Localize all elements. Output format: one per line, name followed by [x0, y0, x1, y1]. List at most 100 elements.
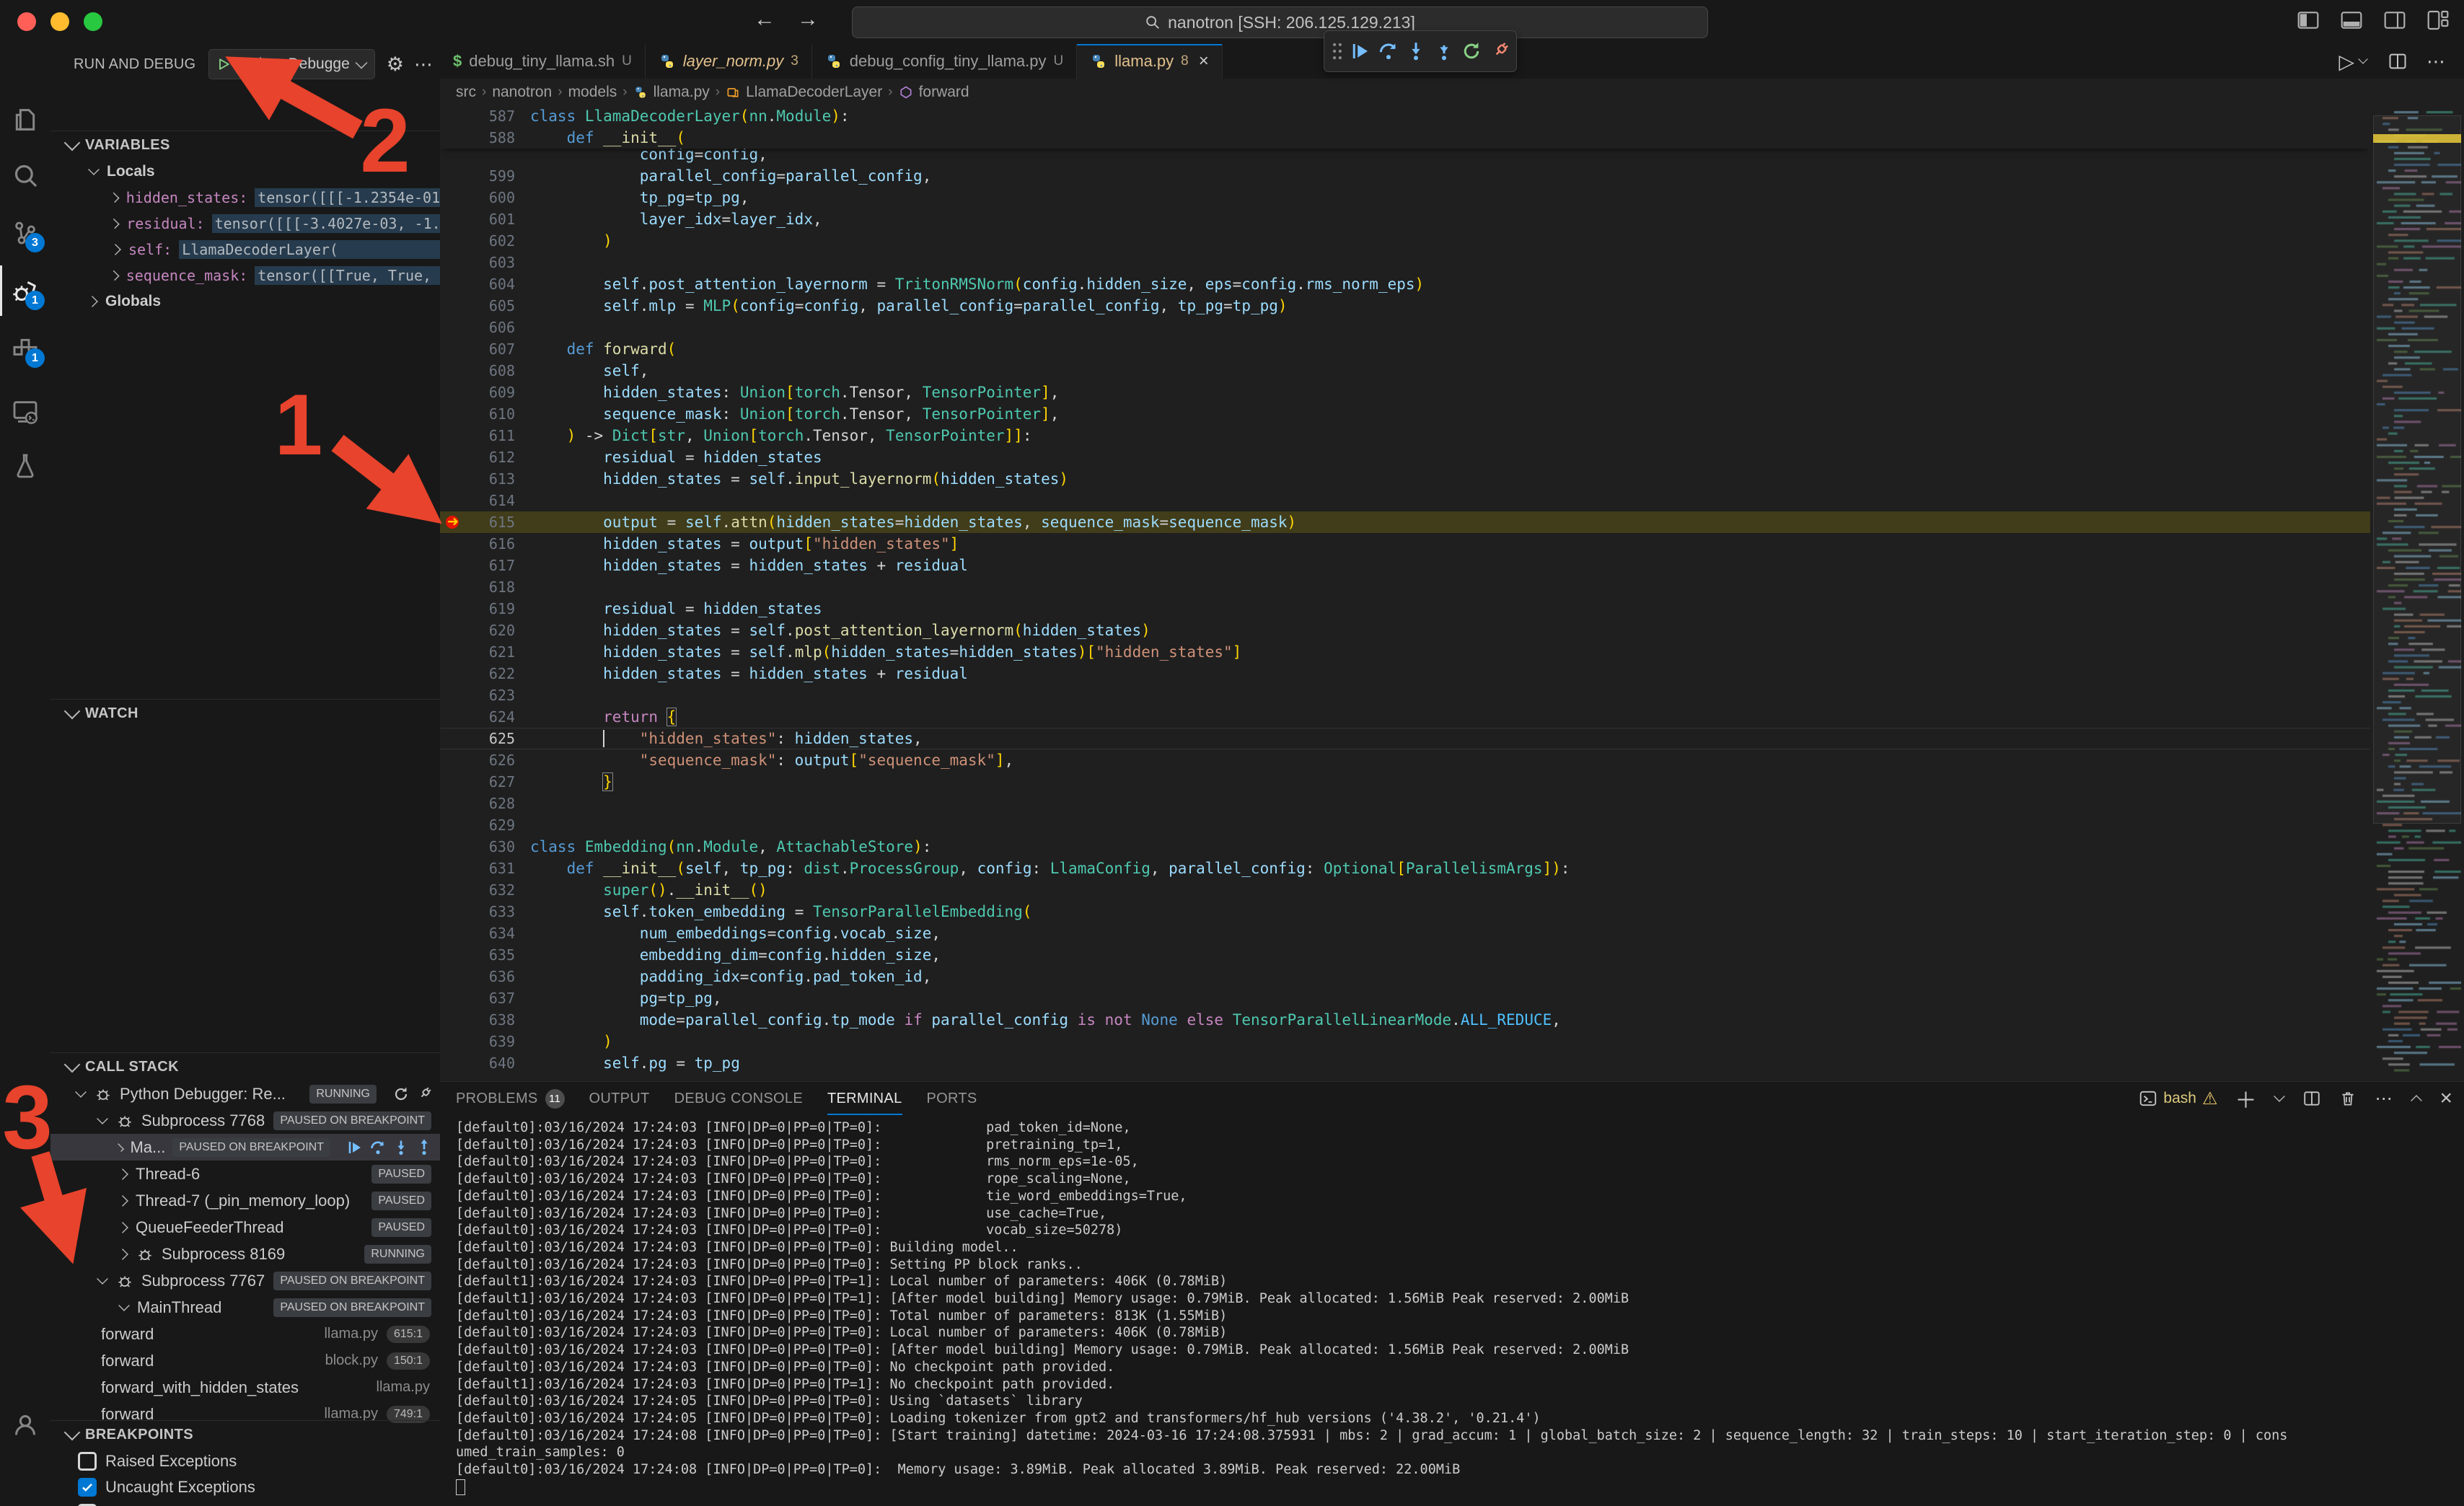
breakpoint-row-raised-exceptions[interactable]: Raised Exceptions — [50, 1448, 440, 1474]
panel-tab-ports[interactable]: PORTS — [927, 1082, 977, 1115]
code-line-618[interactable]: 618 — [440, 576, 2370, 598]
code-line-602[interactable]: 602 ) — [440, 230, 2370, 252]
breakpoint-margin[interactable] — [440, 944, 473, 966]
line-number[interactable]: 638 — [473, 1009, 530, 1031]
breakpoint-margin[interactable] — [440, 273, 473, 295]
line-number[interactable]: 623 — [473, 684, 530, 706]
call-stack-row-python-debugger-re-[interactable]: Python Debugger: Re...RUNNING — [50, 1080, 440, 1107]
zoom-window-icon[interactable] — [84, 12, 102, 31]
code-editor[interactable]: 599 parallel_config=parallel_config,600 … — [440, 105, 2464, 1081]
breakpoint-margin[interactable] — [440, 684, 473, 706]
line-number[interactable]: 613 — [473, 468, 530, 490]
line-number[interactable]: 639 — [473, 1031, 530, 1052]
line-number[interactable]: 621 — [473, 641, 530, 663]
code-line-629[interactable]: 629 — [440, 814, 2370, 836]
disconnect-button[interactable] — [415, 1086, 433, 1103]
restart-button[interactable] — [392, 1086, 410, 1103]
breakpoint-margin[interactable] — [440, 149, 473, 165]
step-out-button[interactable] — [415, 1139, 433, 1156]
line-number[interactable]: 624 — [473, 706, 530, 728]
line-number[interactable]: 628 — [473, 793, 530, 814]
breakpoint-margin[interactable] — [440, 858, 473, 879]
activity-item-testing[interactable] — [0, 441, 50, 491]
line-number[interactable]: 608 — [473, 360, 530, 382]
code-line-622[interactable]: 622 hidden_states = hidden_states + resi… — [440, 663, 2370, 684]
terminal-output[interactable]: [default0]:03/16/2024 17:24:03 [INFO|DP=… — [456, 1119, 2457, 1506]
line-number[interactable]: 620 — [473, 620, 530, 641]
breakpoint-margin[interactable] — [440, 382, 473, 403]
line-number[interactable]: 636 — [473, 966, 530, 987]
toggle-panel-icon[interactable] — [2340, 9, 2363, 32]
editor-tab-debug-tiny-llama-sh[interactable]: $debug_tiny_llama.shU — [440, 44, 646, 79]
breakpoint-margin[interactable] — [440, 252, 473, 273]
code-line-635[interactable]: 635 embedding_dim=config.hidden_size, — [440, 944, 2370, 966]
code-line-605[interactable]: 605 self.mlp = MLP(config=config, parall… — [440, 295, 2370, 317]
terminal-shell-button[interactable]: bash ⚠ — [2139, 1088, 2217, 1109]
line-number[interactable]: 635 — [473, 944, 530, 966]
breakpoint-margin[interactable] — [440, 706, 473, 728]
split-editor-icon[interactable] — [2388, 51, 2408, 71]
line-number[interactable]: 614 — [473, 490, 530, 511]
code-line-627[interactable]: 627 } — [440, 771, 2370, 793]
line-number[interactable]: 604 — [473, 273, 530, 295]
minimap[interactable] — [2373, 105, 2461, 1081]
terminal-dropdown-icon[interactable] — [2274, 1091, 2286, 1102]
panel-more-actions-icon[interactable]: ⋯ — [2375, 1088, 2393, 1109]
breakpoint-margin[interactable] — [440, 425, 473, 446]
breadcrumb-item[interactable]: src — [456, 84, 476, 101]
call-stack-row-queuefeederthread[interactable]: QueueFeederThreadPAUSED — [50, 1214, 440, 1241]
code-line-621[interactable]: 621 hidden_states = self.mlp(hidden_stat… — [440, 641, 2370, 663]
breakpoint-margin[interactable] — [440, 490, 473, 511]
call-stack-row-ma-[interactable]: Ma...PAUSED ON BREAKPOINT — [50, 1134, 440, 1161]
breakpoint-margin[interactable] — [440, 403, 473, 425]
code-line-601[interactable]: 601 layer_idx=layer_idx, — [440, 208, 2370, 230]
continue-button[interactable] — [346, 1139, 364, 1156]
breakpoint-row-uncaught-exceptions[interactable]: Uncaught Exceptions — [50, 1474, 440, 1500]
call-stack-row-subprocess-7768[interactable]: Subprocess 7768PAUSED ON BREAKPOINT — [50, 1107, 440, 1134]
activity-item-explorer[interactable] — [0, 94, 50, 145]
toggle-primary-sidebar-icon[interactable] — [2297, 9, 2320, 32]
code-line-620[interactable]: 620 hidden_states = self.post_attention_… — [440, 620, 2370, 641]
line-number[interactable]: 599 — [473, 165, 530, 187]
line-number[interactable]: 606 — [473, 317, 530, 338]
breakpoint-margin[interactable] — [440, 1009, 473, 1031]
debug-configuration-dropdown[interactable]: Python Debugge — [208, 49, 374, 79]
code-line-626[interactable]: 626 "sequence_mask": output["sequence_ma… — [440, 749, 2370, 771]
sticky-scroll[interactable]: 587class LlamaDecoderLayer(nn.Module):58… — [440, 105, 2370, 149]
variable-row-residual[interactable]: residual:tensor([[[-3.4027e-03, -1.2573e… — [50, 211, 440, 237]
line-number[interactable]: 610 — [473, 403, 530, 425]
nav-back-icon[interactable]: ← — [754, 7, 775, 32]
call-stack-row-thread-7-pin-memory-loop-[interactable]: Thread-7 (_pin_memory_loop)PAUSED — [50, 1187, 440, 1214]
breakpoint-margin[interactable] — [440, 663, 473, 684]
variable-row-hidden_states[interactable]: hidden_states:tensor([[[-1.2354e-01, -4.… — [50, 185, 440, 211]
code-line-619[interactable]: 619 residual = hidden_states — [440, 598, 2370, 620]
code-line-608[interactable]: 608 self, — [440, 360, 2370, 382]
editor-more-actions-icon[interactable]: ⋯ — [2426, 50, 2447, 73]
line-number[interactable]: 634 — [473, 922, 530, 944]
breadcrumb[interactable]: src›nanotron›models›llama.py›LlamaDecode… — [440, 79, 2464, 105]
breakpoint-margin[interactable] — [440, 987, 473, 1009]
code-line-613[interactable]: 613 hidden_states = self.input_layernorm… — [440, 468, 2370, 490]
line-number[interactable]: 633 — [473, 901, 530, 922]
nav-forward-icon[interactable]: → — [797, 7, 819, 32]
line-number[interactable]: 629 — [473, 814, 530, 836]
breakpoint-margin[interactable] — [440, 1052, 473, 1074]
breakpoint-margin[interactable] — [440, 814, 473, 836]
code-line-600[interactable]: 600 tp_pg=tp_pg, — [440, 187, 2370, 208]
step-out-button[interactable] — [1433, 40, 1455, 62]
activity-item-source-control[interactable]: 3 — [0, 208, 50, 258]
line-number[interactable]: 607 — [473, 338, 530, 360]
breakpoint-margin[interactable] — [440, 165, 473, 187]
code-line-634[interactable]: 634 num_embeddings=config.vocab_size, — [440, 922, 2370, 944]
variable-row-sequence_mask[interactable]: sequence_mask:tensor([[True, True, True,… — [50, 263, 440, 289]
breakpoint-margin[interactable] — [440, 360, 473, 382]
breakpoint-margin[interactable]: ➜ — [440, 511, 473, 533]
maximize-panel-icon[interactable] — [2411, 1095, 2423, 1106]
variables-section-header[interactable]: VARIABLES — [50, 131, 440, 159]
line-number[interactable]: 619 — [473, 598, 530, 620]
panel-tab-problems[interactable]: PROBLEMS11 — [456, 1082, 565, 1115]
breakpoint-margin[interactable] — [440, 127, 473, 149]
breakpoint-margin[interactable] — [440, 641, 473, 663]
code-line-630[interactable]: 630class Embedding(nn.Module, Attachable… — [440, 836, 2370, 858]
run-python-file-button[interactable]: ▷ — [2338, 50, 2369, 74]
